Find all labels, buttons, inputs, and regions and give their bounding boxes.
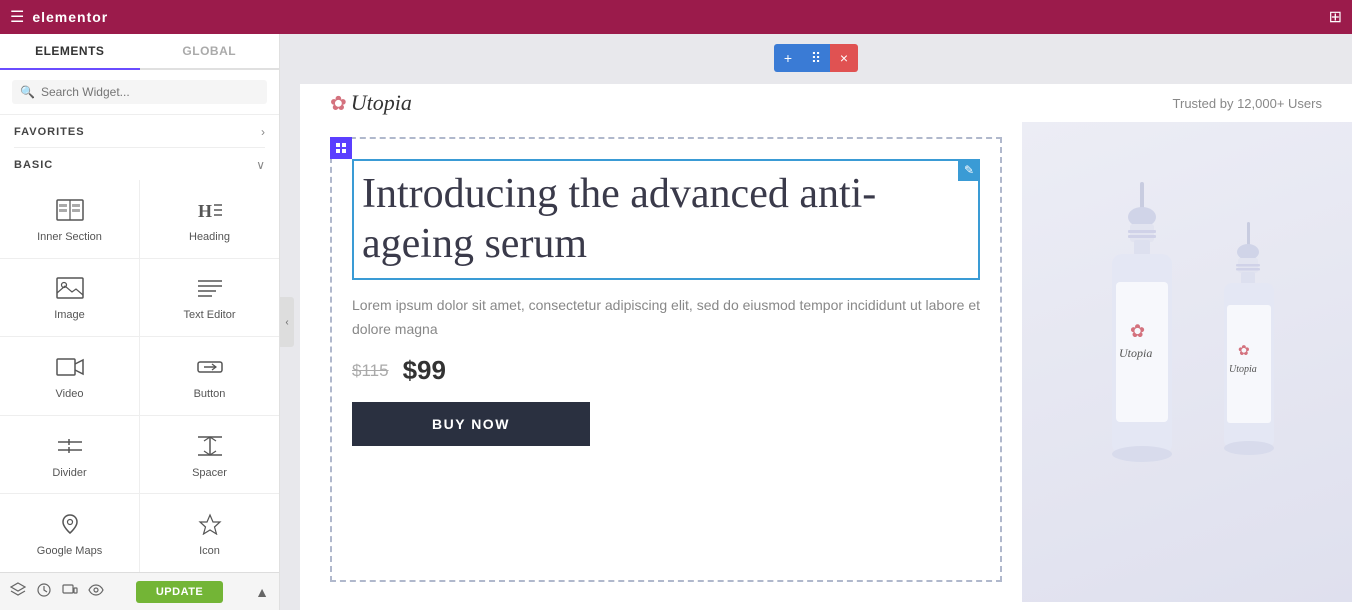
widget-label-spacer: Spacer (192, 467, 227, 479)
widget-handle[interactable] (330, 137, 352, 159)
brand-bar: ✿ Utopia Trusted by 12,000+ Users (300, 84, 1352, 122)
widget-item-text-editor[interactable]: Text Editor (140, 259, 279, 337)
button-icon (196, 356, 224, 382)
collapse-handle[interactable]: ‹ (280, 297, 294, 347)
widget-label-button: Button (194, 388, 226, 400)
favorites-section-header[interactable]: FAVORITES › (0, 115, 279, 147)
trusted-text: Trusted by 12,000+ Users (1173, 96, 1322, 111)
widget-item-heading[interactable]: H Heading (140, 180, 279, 258)
sidebar-tabs: ELEMENTS GLOBAL (0, 34, 279, 70)
widget-label-text-editor: Text Editor (184, 309, 236, 321)
search-icon: 🔍 (20, 85, 35, 99)
heading-icon: H (196, 199, 224, 225)
image-icon (56, 277, 84, 303)
main-heading: Introducing the advanced anti-ageing ser… (362, 169, 970, 270)
history-icon[interactable] (36, 582, 52, 601)
widget-item-image[interactable]: Image (0, 259, 139, 337)
widget-item-inner-section[interactable]: Inner Section (0, 180, 139, 258)
widget-item-spacer[interactable]: Spacer (140, 416, 279, 494)
widget-label-image: Image (54, 309, 85, 321)
widget-item-divider[interactable]: Divider (0, 416, 139, 494)
body-text: Lorem ipsum dolor sit amet, consectetur … (352, 294, 980, 342)
widget-label-inner-section: Inner Section (37, 231, 102, 243)
basic-label: BASIC (14, 159, 53, 171)
footer-arrow-icon[interactable]: ▲ (255, 584, 269, 600)
elementor-logo: elementor (32, 9, 108, 25)
hamburger-icon[interactable]: ☰ (10, 7, 24, 27)
svg-text:✿: ✿ (1130, 321, 1145, 341)
widget-label-icon: Icon (199, 545, 220, 557)
tab-elements[interactable]: ELEMENTS (0, 34, 140, 70)
sidebar: ELEMENTS GLOBAL 🔍 FAVORITES › BASIC ∨ (0, 34, 280, 610)
grid-icon[interactable]: ⊞ (1329, 7, 1342, 27)
product-images-area: ✿ Utopia (1022, 122, 1352, 602)
top-bar: ☰ elementor ⊞ (0, 0, 1352, 34)
brand-name: Utopia (351, 90, 412, 116)
eye-icon[interactable] (88, 582, 104, 601)
search-input[interactable] (41, 85, 259, 99)
buy-now-button[interactable]: BUY NOW (352, 402, 590, 446)
video-icon (56, 356, 84, 382)
widget-item-icon[interactable]: Icon (140, 494, 279, 572)
sidebar-footer: UPDATE ▲ (0, 572, 279, 610)
update-button[interactable]: UPDATE (136, 581, 223, 603)
widget-label-google-maps: Google Maps (37, 545, 102, 557)
pricing-row: $115 $99 (352, 355, 980, 386)
layers-icon[interactable] (10, 582, 26, 601)
favorites-chevron-icon: › (261, 125, 265, 139)
heading-edit-button[interactable]: ✎ (958, 159, 980, 181)
add-element-button[interactable]: + (774, 44, 802, 72)
star-icon (196, 513, 224, 539)
spacer-icon (196, 435, 224, 461)
map-icon (56, 513, 84, 539)
brand-flower-icon: ✿ (330, 91, 347, 116)
svg-text:✿: ✿ (1238, 344, 1250, 359)
divider-icon (56, 435, 84, 461)
svg-text:Utopia: Utopia (1119, 346, 1152, 360)
widget-container[interactable]: ✎ Introducing the advanced anti-ageing s… (330, 137, 1002, 582)
canvas-page: ✿ Utopia Trusted by 12,000+ Users (300, 84, 1352, 610)
canvas-toolbar: + ⠿ × (774, 44, 858, 72)
svg-text:H: H (198, 201, 212, 221)
basic-chevron-icon: ∨ (256, 158, 265, 172)
old-price: $115 (352, 361, 389, 381)
svg-text:Utopia: Utopia (1229, 364, 1257, 375)
basic-section-header[interactable]: BASIC ∨ (0, 148, 279, 180)
new-price: $99 (403, 355, 446, 386)
inner-section-icon (56, 199, 84, 225)
widget-item-video[interactable]: Video (0, 337, 139, 415)
widget-grid: Inner Section H Heading (0, 180, 279, 572)
move-element-button[interactable]: ⠿ (802, 44, 830, 72)
heading-widget[interactable]: ✎ Introducing the advanced anti-ageing s… (352, 159, 980, 280)
widget-item-google-maps[interactable]: Google Maps (0, 494, 139, 572)
responsive-icon[interactable] (62, 582, 78, 601)
widget-label-video: Video (56, 388, 84, 400)
search-container: 🔍 (0, 70, 279, 115)
tab-global[interactable]: GLOBAL (140, 34, 280, 68)
close-element-button[interactable]: × (830, 44, 858, 72)
widget-label-heading: Heading (189, 231, 230, 243)
text-editor-icon (196, 277, 224, 303)
product-bottles: ✿ Utopia (1022, 162, 1352, 602)
left-content: ✎ Introducing the advanced anti-ageing s… (300, 122, 1022, 602)
canvas-area: ‹ + ⠿ × ✿ Utopia Trusted by 12,000+ User… (280, 34, 1352, 610)
widget-item-button[interactable]: Button (140, 337, 279, 415)
favorites-label: FAVORITES (14, 126, 85, 138)
widget-label-divider: Divider (52, 467, 86, 479)
search-wrapper: 🔍 (12, 80, 267, 104)
